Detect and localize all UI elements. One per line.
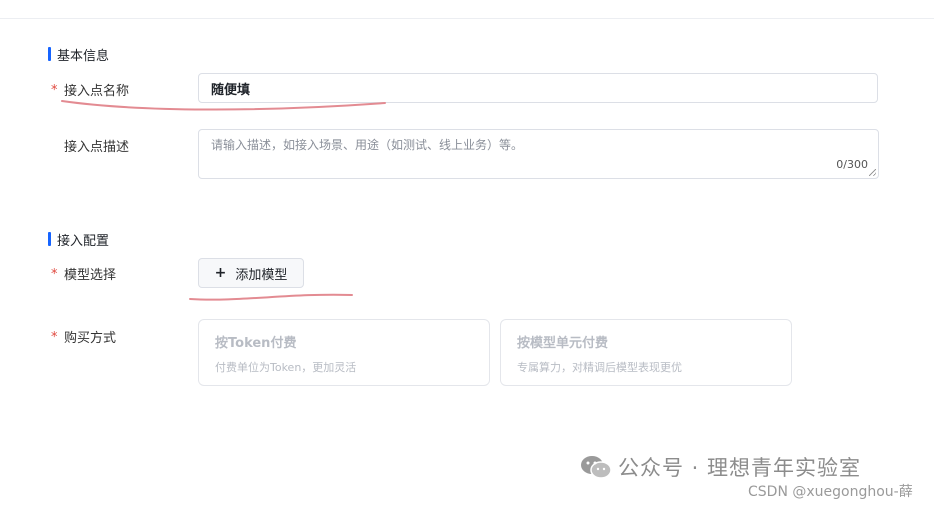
required-mark: * (51, 267, 58, 282)
section-title-access-config: 接入配置 (48, 230, 109, 249)
add-model-button[interactable]: + 添加模型 (198, 258, 304, 288)
desc-textarea[interactable] (199, 130, 878, 178)
purchase-option-desc: 专属算力，对精调后模型表现更优 (517, 361, 682, 374)
required-mark: * (51, 83, 58, 98)
purchase-option-desc: 付费单位为Token，更加灵活 (215, 361, 357, 374)
watermark-text: 公众号 · 理想青年实验室 (618, 456, 862, 480)
purchase-option-title: 按Token付费 (215, 336, 297, 351)
purchase-option-title: 按模型单元付费 (517, 336, 609, 351)
desc-field[interactable]: 0/300 (198, 129, 879, 179)
purchase-option-token[interactable]: 按Token付费 付费单位为Token，更加灵活 (198, 319, 490, 386)
purchase-label: 购买方式 (64, 331, 117, 346)
char-count: 0/300 (836, 158, 868, 171)
top-divider (0, 18, 934, 19)
add-model-label: 添加模型 (235, 267, 288, 283)
annotation-underline-model (189, 293, 353, 301)
section-accent-bar (48, 232, 51, 246)
section-title-basic-info: 基本信息 (48, 45, 109, 64)
name-input[interactable] (198, 73, 878, 103)
watermark: 公众号 · 理想青年实验室 (580, 452, 861, 482)
name-label: 接入点名称 (64, 84, 130, 99)
section-accent-bar (48, 47, 51, 61)
purchase-option-model-unit[interactable]: 按模型单元付费 专属算力，对精调后模型表现更优 (500, 319, 792, 386)
section-title-text: 接入配置 (57, 234, 110, 249)
desc-label: 接入点描述 (64, 140, 130, 155)
wechat-icon (581, 456, 612, 479)
plus-icon: + (214, 265, 227, 281)
resize-handle[interactable] (869, 169, 876, 176)
model-label: 模型选择 (64, 268, 117, 283)
csdn-watermark: CSDN @xuegonghou-薛 (748, 484, 913, 500)
section-title-text: 基本信息 (57, 49, 110, 64)
required-mark: * (51, 330, 58, 345)
